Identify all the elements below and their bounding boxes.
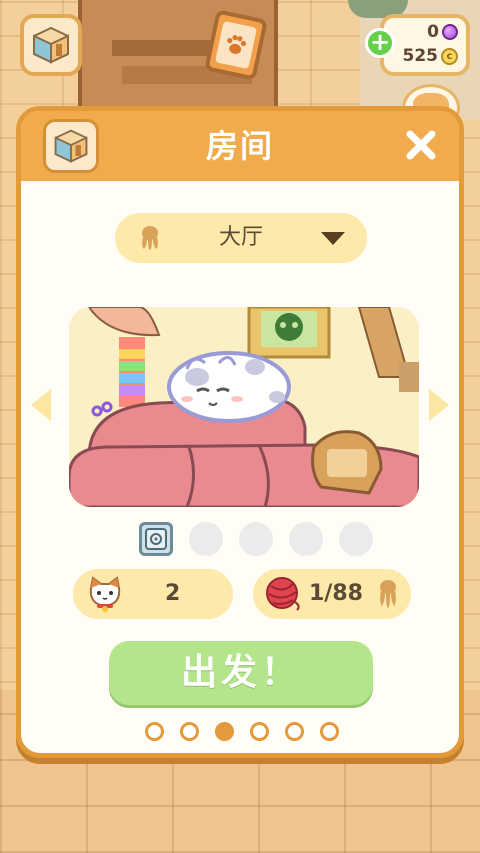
room-modal: 房间 大厅 2 1/88 出发！ [16,106,464,758]
gem-counter: 0 [427,22,458,42]
yarn-progress: 1/88 [309,581,363,606]
plus-icon: + [369,28,391,56]
page-dot[interactable] [145,722,164,741]
previous-room-arrow[interactable] [29,387,53,423]
goodie-slot[interactable] [289,522,323,556]
paw-card-face [215,20,257,70]
yarn-progress-pill: 1/88 [253,569,411,619]
cat-count-pill: 2 [73,569,233,619]
close-button[interactable] [401,125,441,165]
chevron-left-icon [31,389,51,421]
depart-button[interactable]: 出发！ [109,641,373,705]
page-dot-active[interactable] [215,722,234,741]
page-dot[interactable] [180,722,199,741]
page-dot[interactable] [250,722,269,741]
triangle-down-icon [321,232,345,245]
goodie-slot[interactable] [339,522,373,556]
coin-counter: 525 c [402,46,458,66]
isometric-room-icon [33,26,69,64]
next-room-arrow[interactable] [427,387,451,423]
close-icon [406,130,436,160]
coin-count: 525 [402,46,439,66]
room-preview-illustration [69,307,419,507]
page-dot[interactable] [320,722,339,741]
goodie-slot[interactable] [239,522,273,556]
room-menu-button[interactable] [20,14,82,76]
room-preview-image[interactable] [69,307,419,507]
chevron-right-icon [429,389,449,421]
yarn-ball-icon [266,577,300,611]
paw-icon [380,580,396,608]
page-indicator [145,722,339,741]
modal-title: 房间 [205,127,274,165]
page-dot[interactable] [285,722,304,741]
cat-face-icon [89,576,121,612]
room-dropdown[interactable]: 大厅 [115,213,367,263]
gem-count: 0 [427,22,439,42]
add-currency-button[interactable]: + [365,28,395,58]
goodie-slot[interactable] [139,522,173,556]
paw-card-icon [227,35,247,54]
cat-count: 2 [165,581,181,606]
goodie-slots [139,521,373,557]
coin-icon: c [441,47,458,65]
safe-icon [145,528,167,550]
purple-gem-icon [442,24,458,40]
depart-button-label: 出发！ [180,652,301,693]
goodie-slot[interactable] [189,522,223,556]
